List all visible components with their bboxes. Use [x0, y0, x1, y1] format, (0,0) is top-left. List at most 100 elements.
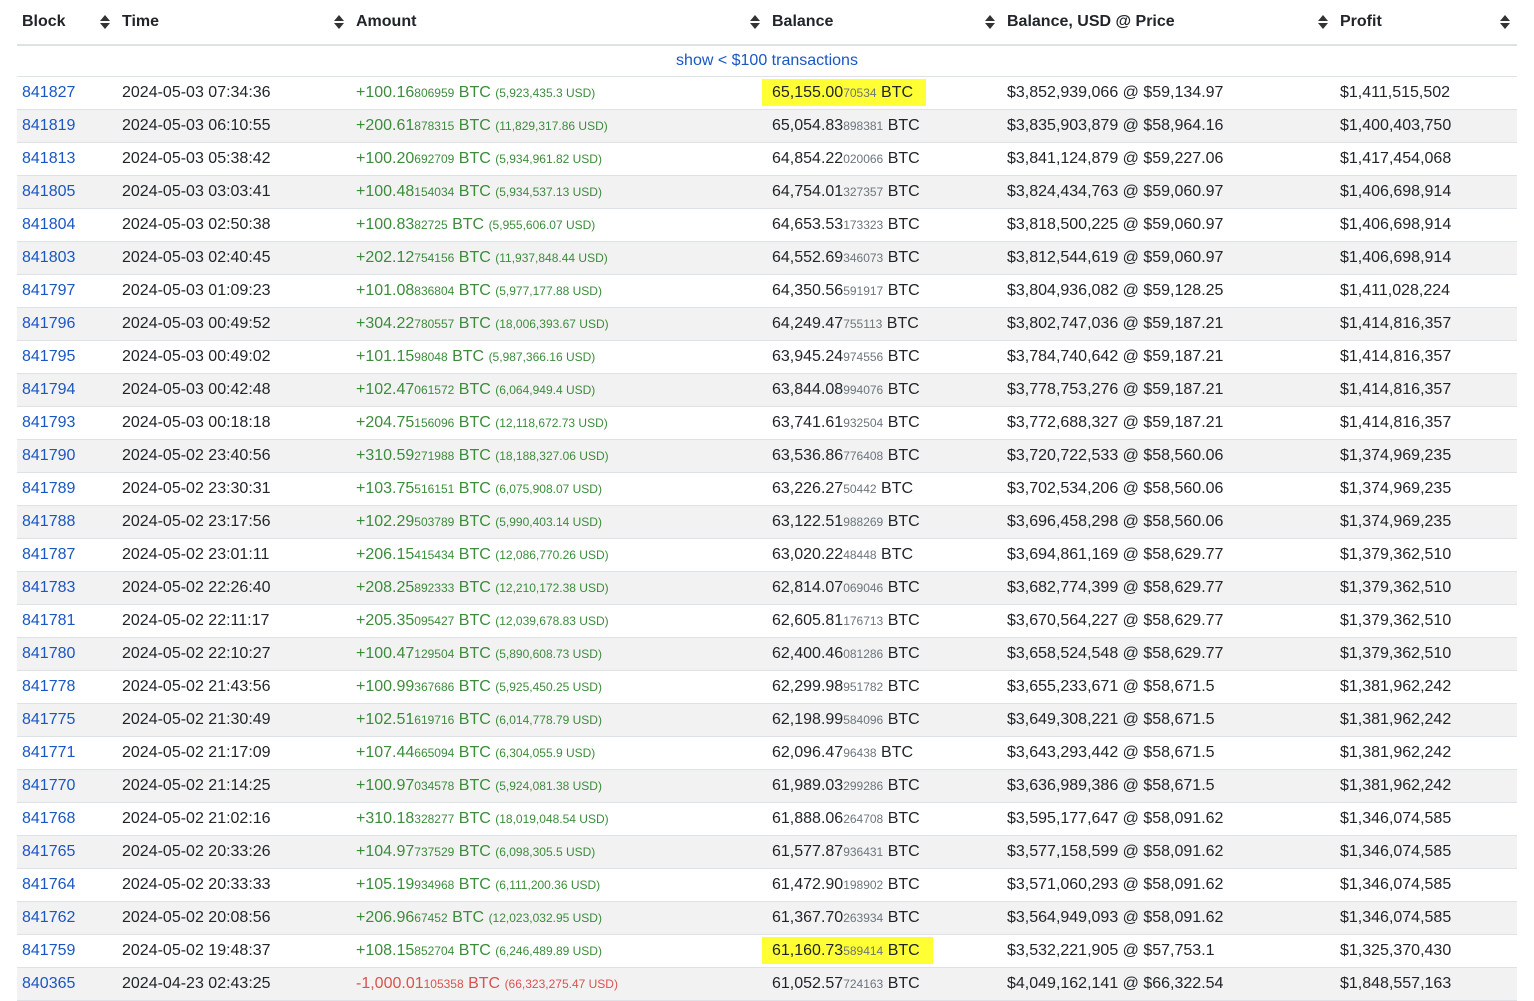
balance-cell: 65,054.83898381 BTC	[767, 109, 1002, 143]
sort-icon[interactable]	[100, 15, 110, 29]
block-link[interactable]: 841788	[22, 513, 75, 530]
block-link[interactable]: 841827	[22, 84, 75, 101]
sort-icon[interactable]	[750, 15, 760, 29]
block-link[interactable]: 841796	[22, 315, 75, 332]
block-link[interactable]: 841759	[22, 942, 75, 959]
block-link[interactable]: 841762	[22, 909, 75, 926]
balance-usd-cell: $3,804,936,082 @ $59,128.25	[1002, 274, 1335, 308]
block-link[interactable]: 841783	[22, 579, 75, 596]
table-row: 841805 2024-05-03 03:03:41 +100.48154034 B…	[17, 175, 1517, 209]
block-cell: 841775	[17, 703, 117, 737]
sort-icon[interactable]	[985, 15, 995, 29]
unit-label: BTC	[452, 908, 485, 926]
block-link[interactable]: 841819	[22, 117, 75, 134]
balance-value: 61,989.03299286 BTC	[772, 777, 920, 794]
block-link[interactable]: 841771	[22, 744, 75, 761]
block-link[interactable]: 841778	[22, 678, 75, 695]
balance-usd-cell: $3,824,434,763 @ $59,060.97	[1002, 175, 1335, 209]
balance-usd-cell: $3,772,688,327 @ $59,187.21	[1002, 406, 1335, 440]
block-link[interactable]: 841775	[22, 711, 75, 728]
amount-main: +304.22	[356, 314, 415, 332]
block-link[interactable]: 841805	[22, 183, 75, 200]
balance-fraction: 069046	[843, 580, 884, 595]
block-link[interactable]: 841795	[22, 348, 75, 365]
balance-fraction: 589414	[843, 943, 884, 958]
block-link[interactable]: 841781	[22, 612, 75, 629]
balance-main: 62,096.47	[772, 743, 844, 761]
block-link[interactable]: 841789	[22, 480, 75, 497]
unit-label: BTC	[458, 182, 491, 200]
unit-label: BTC	[458, 578, 491, 596]
unit-label: BTC	[887, 809, 920, 827]
block-link[interactable]: 841790	[22, 447, 75, 464]
amount-fraction: 82725	[414, 217, 448, 232]
profit-cell: $1,414,816,357	[1335, 307, 1517, 341]
amount-cell: +100.99367686 BTC (5,925,450.25 USD)	[351, 670, 767, 704]
unit-label: BTC	[458, 941, 491, 959]
block-cell: 841789	[17, 472, 117, 506]
amount-main: +104.97	[356, 842, 415, 860]
time-cell: 2024-05-03 01:09:23	[117, 274, 351, 308]
unit-label: BTC	[452, 347, 485, 365]
block-link[interactable]: 841770	[22, 777, 75, 794]
block-link[interactable]: 841793	[22, 414, 75, 431]
block-link[interactable]: 841780	[22, 645, 75, 662]
profit-cell: $1,414,816,357	[1335, 340, 1517, 374]
profit-cell: $1,346,074,585	[1335, 901, 1517, 935]
table-row: 841827 2024-05-03 07:34:36 +100.16806959 B…	[17, 76, 1517, 110]
block-link[interactable]: 841797	[22, 282, 75, 299]
profit-cell: $1,379,362,510	[1335, 538, 1517, 572]
sort-icon[interactable]	[334, 15, 344, 29]
sort-icon[interactable]	[1500, 15, 1510, 29]
block-link[interactable]: 841787	[22, 546, 75, 563]
show-small-transactions-link[interactable]: show < $100 transactions	[676, 52, 858, 69]
table-row: 841778 2024-05-02 21:43:56 +100.99367686 B…	[17, 670, 1517, 704]
column-header-profit[interactable]: Profit	[1335, 0, 1517, 46]
unit-label: BTC	[458, 809, 491, 827]
block-link[interactable]: 841764	[22, 876, 75, 893]
balance-cell: 63,020.2248448 BTC	[767, 538, 1002, 572]
balance-main: 61,052.57	[772, 974, 844, 992]
unit-label: BTC	[458, 842, 491, 860]
balance-cell: 64,249.47755113 BTC	[767, 307, 1002, 341]
column-header-time[interactable]: Time	[117, 0, 351, 46]
amount-usd: (6,246,489.89 USD)	[495, 943, 602, 958]
unit-label: BTC	[887, 578, 920, 596]
unit-label: BTC	[887, 644, 920, 662]
highlighted-balance: 65,155.0070534 BTC	[762, 78, 927, 106]
balance-usd-cell: $3,784,740,642 @ $59,187.21	[1002, 340, 1335, 374]
balance-fraction: 263934	[843, 910, 884, 925]
table-row: 841803 2024-05-03 02:40:45 +202.12754156 B…	[17, 241, 1517, 275]
block-link[interactable]: 840365	[22, 975, 75, 992]
balance-value: 63,844.08994076 BTC	[772, 381, 920, 398]
unit-label: BTC	[458, 479, 491, 497]
amount-main: +100.48	[356, 182, 415, 200]
column-header-balance[interactable]: Balance	[767, 0, 1002, 46]
block-link[interactable]: 841765	[22, 843, 75, 860]
amount-main: +108.15	[356, 941, 415, 959]
amount-fraction: 67452	[414, 910, 448, 925]
column-header-amount[interactable]: Amount	[351, 0, 767, 46]
block-link[interactable]: 841768	[22, 810, 75, 827]
column-header-block[interactable]: Block	[17, 0, 117, 46]
unit-label: BTC	[887, 776, 920, 794]
profit-cell: $1,346,074,585	[1335, 868, 1517, 902]
profit-cell: $1,381,962,242	[1335, 703, 1517, 737]
block-link[interactable]: 841804	[22, 216, 75, 233]
unit-label: BTC	[887, 215, 920, 233]
block-link[interactable]: 841813	[22, 150, 75, 167]
amount-main: +100.99	[356, 677, 415, 695]
amount-fraction: 98048	[414, 349, 448, 364]
balance-usd-cell: $3,577,158,599 @ $58,091.62	[1002, 835, 1335, 869]
unit-label: BTC	[887, 281, 920, 299]
column-header-label: Amount	[356, 13, 417, 30]
column-header-balance-usd[interactable]: Balance, USD @ Price	[1002, 0, 1335, 46]
amount-cell: +200.61878315 BTC (11,829,317.86 USD)	[351, 109, 767, 143]
balance-value: 64,552.69346073 BTC	[772, 249, 920, 266]
table-row: 841768 2024-05-02 21:02:16 +310.18328277 B…	[17, 802, 1517, 836]
balance-value: 65,054.83898381 BTC	[772, 117, 920, 134]
block-link[interactable]: 841794	[22, 381, 75, 398]
show-small-transactions-row: show < $100 transactions	[17, 45, 1517, 77]
sort-icon[interactable]	[1318, 15, 1328, 29]
block-link[interactable]: 841803	[22, 249, 75, 266]
